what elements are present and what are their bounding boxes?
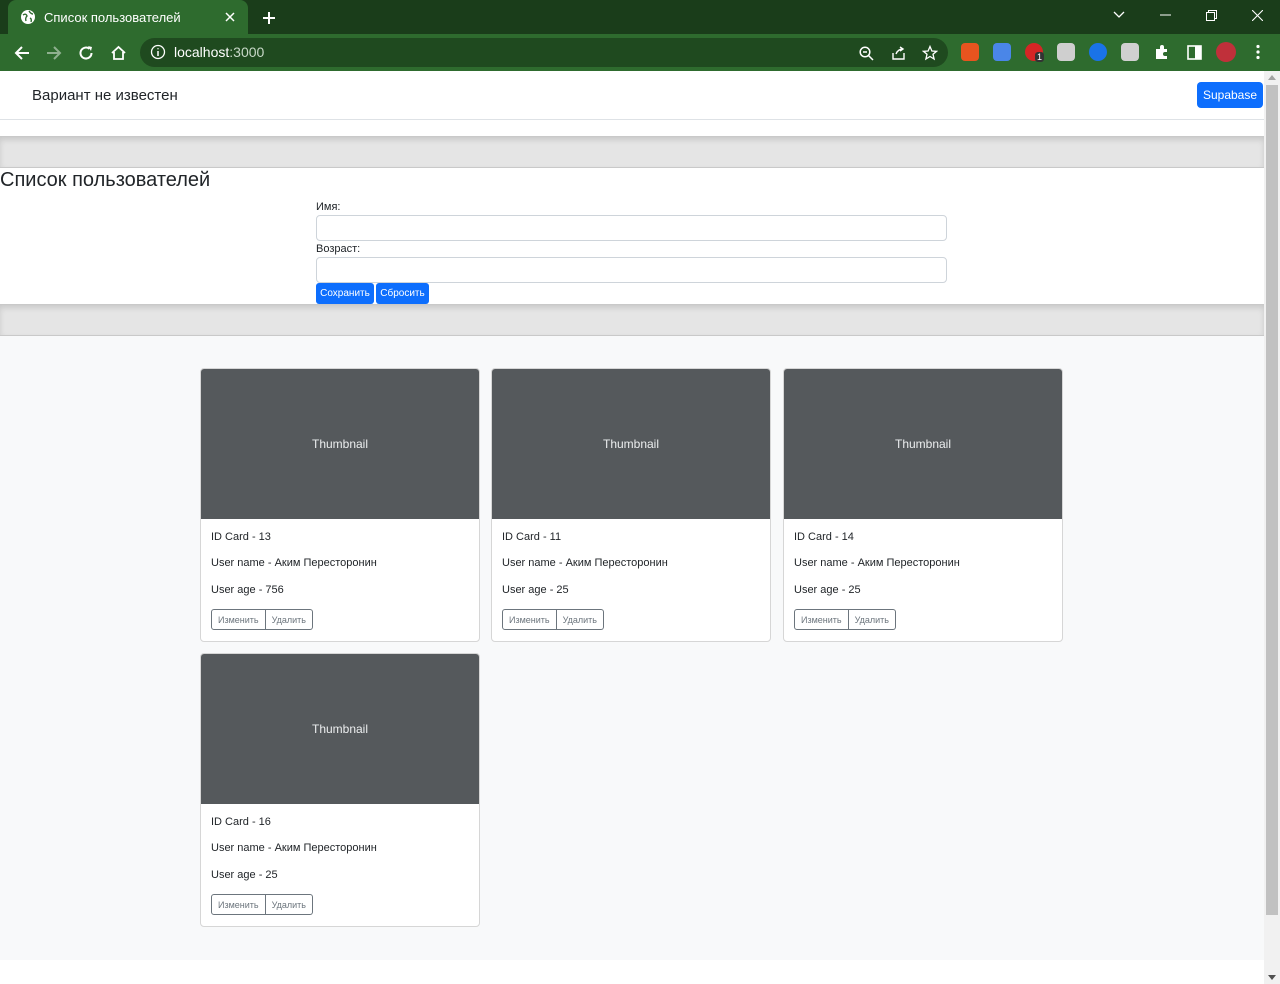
card-thumbnail: Thumbnail bbox=[784, 369, 1062, 519]
card-user-name: User name - Аким Пересторонин bbox=[794, 557, 960, 569]
bottom-band bbox=[0, 304, 1264, 336]
delete-button[interactable]: Удалить bbox=[265, 894, 313, 915]
top-band bbox=[0, 136, 1264, 168]
zoom-icon[interactable] bbox=[856, 43, 876, 63]
tab-title: Список пользователей bbox=[44, 9, 181, 25]
card-user-name: User name - Аким Пересторонин bbox=[211, 557, 377, 569]
card-thumbnail: Thumbnail bbox=[492, 369, 770, 519]
scroll-down-icon[interactable] bbox=[1268, 975, 1276, 980]
card-actions: Изменить Удалить bbox=[211, 894, 313, 915]
translate-extension-icon[interactable] bbox=[993, 43, 1011, 61]
card-thumbnail: Thumbnail bbox=[201, 369, 479, 519]
age-label: Возраст: bbox=[316, 243, 361, 255]
tab-search-icon[interactable] bbox=[1096, 0, 1142, 30]
card-user-age: User age - 756 bbox=[211, 584, 284, 596]
save-button[interactable]: Сохранить bbox=[316, 283, 374, 304]
navbar-brand[interactable]: Вариант не известен bbox=[32, 87, 178, 104]
office-extension-icon[interactable] bbox=[961, 43, 979, 61]
page-title: Список пользователей bbox=[0, 169, 211, 191]
puzzle-icon[interactable] bbox=[1149, 39, 1175, 65]
supabase-button[interactable]: Supabase bbox=[1197, 82, 1263, 108]
scroll-up-icon[interactable] bbox=[1268, 75, 1276, 80]
window-close-icon[interactable] bbox=[1234, 0, 1280, 30]
card-actions: Изменить Удалить bbox=[794, 609, 896, 630]
edit-button[interactable]: Изменить bbox=[211, 894, 266, 915]
card-user-age: User age - 25 bbox=[211, 869, 278, 881]
profile-avatar[interactable] bbox=[1216, 42, 1236, 62]
back-icon[interactable] bbox=[9, 40, 35, 66]
card-id: ID Card - 13 bbox=[211, 531, 271, 543]
name-input[interactable] bbox=[316, 215, 947, 241]
restore-icon[interactable] bbox=[1188, 0, 1234, 30]
delete-button[interactable]: Удалить bbox=[265, 609, 313, 630]
user-card: Thumbnail ID Card - 13 User name - Аким … bbox=[200, 368, 480, 642]
card-user-age: User age - 25 bbox=[794, 584, 861, 596]
sidepanel-icon[interactable] bbox=[1181, 39, 1207, 65]
card-user-name: User name - Аким Пересторонин bbox=[502, 557, 668, 569]
minimize-icon[interactable] bbox=[1142, 0, 1188, 30]
name-label: Имя: bbox=[316, 201, 341, 213]
card-actions: Изменить Удалить bbox=[502, 609, 604, 630]
page-content: Вариант не известен Supabase Список поль… bbox=[0, 71, 1264, 984]
age-input[interactable] bbox=[316, 257, 947, 283]
scrollbar-thumb[interactable] bbox=[1266, 85, 1278, 915]
reload-icon[interactable] bbox=[73, 40, 99, 66]
print-extension-icon[interactable] bbox=[1121, 43, 1139, 61]
info-icon[interactable] bbox=[150, 44, 166, 60]
browser-toolbar: localhost:3000 1 bbox=[0, 34, 1280, 71]
delete-button[interactable]: Удалить bbox=[556, 609, 604, 630]
edit-button[interactable]: Изменить bbox=[502, 609, 557, 630]
adblock-extension-icon[interactable]: 1 bbox=[1025, 43, 1045, 62]
globe-icon bbox=[21, 10, 35, 24]
card-id: ID Card - 11 bbox=[502, 531, 562, 543]
star-icon[interactable] bbox=[920, 43, 940, 63]
browser-tab[interactable]: Список пользователей bbox=[8, 0, 248, 34]
edit-button[interactable]: Изменить bbox=[211, 609, 266, 630]
address-bar[interactable]: localhost:3000 bbox=[140, 38, 948, 67]
extension-icon[interactable] bbox=[1057, 43, 1075, 61]
card-user-age: User age - 25 bbox=[502, 584, 569, 596]
delete-button[interactable]: Удалить bbox=[848, 609, 896, 630]
forward-icon[interactable] bbox=[41, 40, 67, 66]
home-icon[interactable] bbox=[105, 40, 131, 66]
reset-button[interactable]: Сбросить bbox=[376, 283, 429, 304]
extension-badge: 1 bbox=[1035, 52, 1045, 62]
share-icon[interactable] bbox=[888, 43, 908, 63]
user-card: Thumbnail ID Card - 11 User name - Аким … bbox=[491, 368, 771, 642]
edit-button[interactable]: Изменить bbox=[794, 609, 849, 630]
page-scrollbar[interactable] bbox=[1264, 71, 1280, 984]
tab-strip: Список пользователей bbox=[0, 0, 1280, 34]
card-thumbnail: Thumbnail bbox=[201, 654, 479, 804]
card-user-name: User name - Аким Пересторонин bbox=[211, 842, 377, 854]
card-id: ID Card - 14 bbox=[794, 531, 854, 543]
plus-icon[interactable] bbox=[258, 7, 280, 29]
menu-icon[interactable] bbox=[1245, 39, 1271, 65]
close-icon[interactable] bbox=[222, 9, 238, 25]
user-card: Thumbnail ID Card - 16 User name - Аким … bbox=[200, 653, 480, 927]
cards-area: Thumbnail ID Card - 13 User name - Аким … bbox=[0, 336, 1264, 960]
url-text: localhost:3000 bbox=[174, 44, 265, 60]
infinity-extension-icon[interactable] bbox=[1089, 43, 1107, 61]
card-actions: Изменить Удалить bbox=[211, 609, 313, 630]
card-id: ID Card - 16 bbox=[211, 816, 271, 828]
navbar: Вариант не известен Supabase bbox=[0, 71, 1264, 120]
user-card: Thumbnail ID Card - 14 User name - Аким … bbox=[783, 368, 1063, 642]
